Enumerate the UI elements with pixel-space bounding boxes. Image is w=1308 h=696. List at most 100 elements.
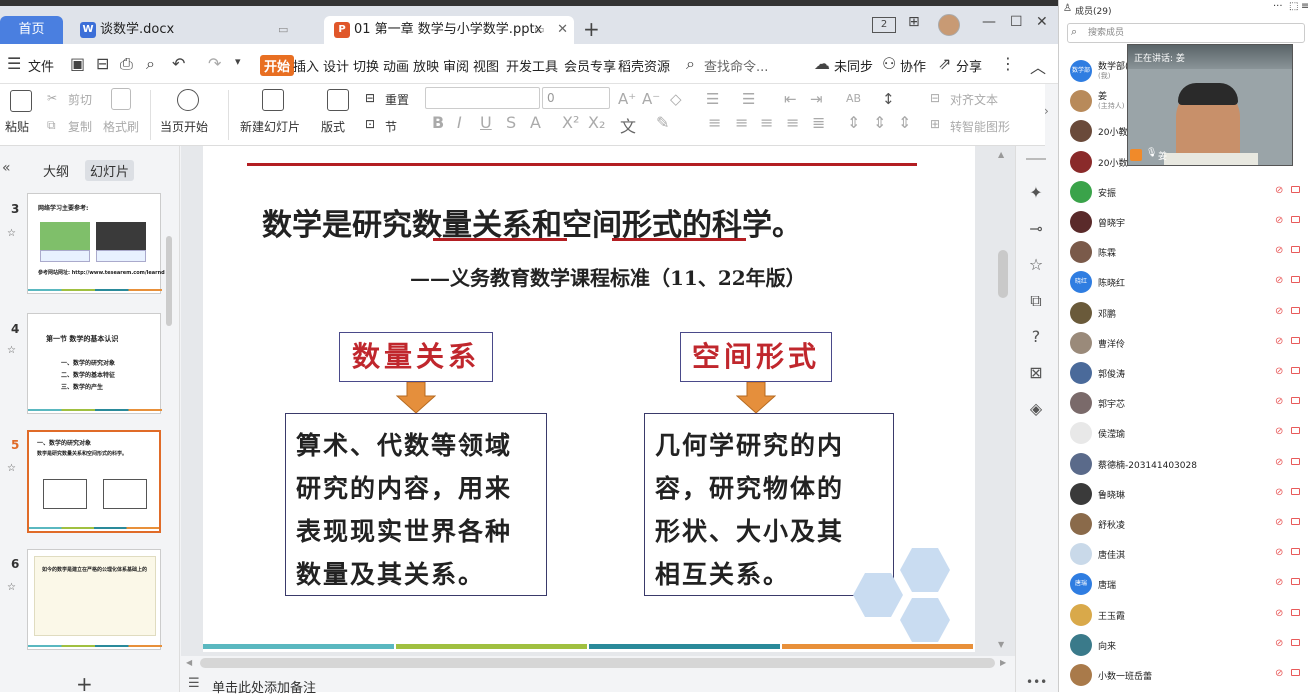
member-row[interactable]: 晓红 陈晓红 ⊘ bbox=[1059, 267, 1308, 297]
maximize-icon[interactable]: ☐ bbox=[1010, 14, 1023, 30]
tab-outline[interactable]: 大纲 bbox=[38, 160, 74, 181]
camera-off-icon[interactable] bbox=[1291, 216, 1300, 223]
distribute-icon[interactable]: ≣ bbox=[812, 113, 825, 132]
font-family-select[interactable] bbox=[425, 87, 540, 109]
member-row[interactable]: 蔡德楠-203141403028 ⊘ bbox=[1059, 449, 1308, 479]
para-spacing-icon[interactable]: ⇕ bbox=[873, 113, 886, 132]
row-spacing-icon[interactable]: ⇕ bbox=[898, 113, 911, 132]
mic-muted-icon[interactable]: ⊘ bbox=[1275, 396, 1283, 407]
shrink-font-icon[interactable]: A⁻ bbox=[642, 90, 660, 108]
justify-icon[interactable]: ≡ bbox=[786, 113, 799, 132]
scroll-up-icon[interactable]: ▲ bbox=[998, 150, 1004, 159]
menu-member[interactable]: 会员专享 bbox=[564, 56, 616, 75]
member-row[interactable]: 陈霖 ⊘ bbox=[1059, 237, 1308, 267]
bold-icon[interactable]: B bbox=[432, 113, 444, 132]
mic-muted-icon[interactable]: ⊘ bbox=[1275, 517, 1283, 528]
member-row[interactable]: 王玉霞 ⊘ bbox=[1059, 600, 1308, 630]
camera-off-icon[interactable] bbox=[1291, 336, 1300, 344]
save-icon[interactable]: ▣ bbox=[70, 54, 85, 73]
from-current-button[interactable]: 当页开始 bbox=[160, 118, 208, 135]
camera-off-icon[interactable] bbox=[1291, 427, 1300, 435]
menu-template[interactable]: 稻壳资源 bbox=[618, 56, 670, 75]
mic-muted-icon[interactable]: ⊘ bbox=[1275, 336, 1283, 347]
mic-muted-icon[interactable]: ⊘ bbox=[1275, 457, 1283, 468]
text-direction-icon[interactable]: AB bbox=[846, 92, 861, 105]
pane-scrollbar[interactable] bbox=[166, 236, 172, 326]
phonetic-icon[interactable]: 文 bbox=[620, 113, 636, 137]
menu-devtools[interactable]: 开发工具 bbox=[506, 56, 558, 75]
camera-off-icon[interactable] bbox=[1291, 306, 1300, 314]
member-row[interactable]: 郭俊涛 ⊘ bbox=[1059, 358, 1308, 388]
menu-start[interactable]: 开始 bbox=[260, 55, 295, 76]
more-icon[interactable]: ⋮ bbox=[1000, 54, 1016, 73]
line-spacing-icon[interactable]: ↕ bbox=[882, 90, 895, 108]
spacing-icon[interactable]: ⇕ bbox=[847, 113, 860, 132]
mic-muted-icon[interactable]: ⊘ bbox=[1275, 487, 1283, 498]
member-row[interactable]: 舒秋凌 ⊘ bbox=[1059, 509, 1308, 539]
menu-transition[interactable]: 切换 bbox=[353, 56, 379, 75]
superscript-icon[interactable]: X² bbox=[562, 113, 579, 132]
new-slide-button[interactable]: 新建幻灯片 bbox=[240, 118, 300, 135]
help-icon[interactable]: ? bbox=[1026, 327, 1046, 347]
member-row[interactable]: 郭宇芯 ⊘ bbox=[1059, 388, 1308, 418]
member-row[interactable]: 小数一班岳蕾 ⊘ bbox=[1059, 660, 1308, 690]
camera-off-icon[interactable] bbox=[1291, 397, 1300, 405]
horizontal-scrollbar[interactable] bbox=[200, 658, 995, 668]
command-search[interactable]: 查找命令... bbox=[704, 56, 768, 75]
mic-muted-icon[interactable]: ⊘ bbox=[1275, 185, 1283, 196]
camera-off-icon[interactable] bbox=[1291, 669, 1300, 676]
member-row[interactable]: 侯滢瑜 ⊘ bbox=[1059, 418, 1308, 448]
camera-off-icon[interactable] bbox=[1291, 548, 1300, 556]
scroll-right-icon[interactable]: ▶ bbox=[1000, 658, 1006, 667]
italic-icon[interactable]: I bbox=[457, 113, 462, 132]
camera-off-icon[interactable] bbox=[1291, 608, 1300, 616]
redo-icon[interactable]: ↷ bbox=[208, 54, 221, 73]
align-right-icon[interactable]: ≡ bbox=[760, 113, 773, 132]
print-icon[interactable]: ⎙ bbox=[120, 54, 133, 74]
menu-icon[interactable]: ≡ bbox=[1301, 1, 1308, 12]
minimize-icon[interactable]: — bbox=[982, 14, 996, 30]
clear-format-icon[interactable]: ◇ bbox=[670, 90, 682, 108]
camera-off-icon[interactable] bbox=[1291, 276, 1300, 284]
camera-off-icon[interactable] bbox=[1291, 457, 1300, 465]
align-left-icon[interactable]: ≡ bbox=[708, 113, 721, 132]
camera-off-icon[interactable] bbox=[1291, 487, 1300, 495]
camera-off-icon[interactable] bbox=[1291, 638, 1300, 646]
tab-ppt[interactable]: P 01 第一章 数学与小学数学.pptx ▭ ✕ bbox=[324, 16, 574, 44]
format-painter-button[interactable]: 格式刷 bbox=[103, 118, 139, 135]
hamburger-icon[interactable]: ☰ bbox=[7, 54, 21, 73]
layout-button[interactable]: 版式 bbox=[321, 118, 345, 135]
paste-button[interactable]: 粘贴 bbox=[5, 118, 29, 135]
camera-off-icon[interactable] bbox=[1291, 185, 1300, 193]
paste-icon[interactable] bbox=[10, 90, 32, 112]
font-size-select[interactable]: 0 bbox=[542, 87, 610, 109]
member-row[interactable]: 唐瑞 唐瑞 ⊘ bbox=[1059, 569, 1308, 599]
member-search-input[interactable]: 搜索成员 bbox=[1067, 23, 1305, 43]
preview-icon[interactable]: ⌕ bbox=[146, 54, 155, 74]
undo-icon[interactable]: ↶ bbox=[172, 54, 185, 73]
reset-button[interactable]: 重置 bbox=[385, 91, 409, 108]
user-avatar[interactable] bbox=[938, 14, 960, 36]
tab-home[interactable]: 首页 bbox=[0, 16, 63, 44]
member-row[interactable]: 邓鹏 ⊘ bbox=[1059, 298, 1308, 328]
highlight-icon[interactable]: ✎ bbox=[656, 113, 669, 132]
align-center-icon[interactable]: ≡ bbox=[735, 113, 748, 132]
mic-muted-icon[interactable]: ⊘ bbox=[1275, 668, 1283, 679]
mic-muted-icon[interactable]: ⊘ bbox=[1275, 608, 1283, 619]
share-button[interactable]: 分享 bbox=[956, 56, 982, 75]
export-icon[interactable]: ⊟ bbox=[96, 54, 109, 73]
subscript-icon[interactable]: X₂ bbox=[588, 113, 605, 132]
add-slide-button[interactable]: + bbox=[76, 672, 93, 696]
camera-off-icon[interactable] bbox=[1291, 578, 1300, 586]
unsync-button[interactable]: 未同步 bbox=[834, 56, 873, 75]
mic-muted-icon[interactable]: ⊘ bbox=[1275, 426, 1283, 437]
member-row[interactable]: 鲁晓琳 ⊘ bbox=[1059, 479, 1308, 509]
copy-button[interactable]: 复制 bbox=[68, 118, 92, 135]
view-mode-icon[interactable]: 2 bbox=[872, 17, 896, 33]
notes-placeholder[interactable]: 单击此处添加备注 bbox=[212, 677, 316, 696]
collapse-pane-icon[interactable]: « bbox=[2, 160, 11, 176]
numbering-icon[interactable]: ☰ bbox=[742, 90, 755, 108]
mic-muted-icon[interactable]: ⊘ bbox=[1275, 638, 1283, 649]
scroll-left-icon[interactable]: ◀ bbox=[186, 658, 192, 667]
slide-thumb-5[interactable]: 一、数学的研究对象 数学是研究数量关系和空间形式的科学。 bbox=[27, 430, 161, 533]
